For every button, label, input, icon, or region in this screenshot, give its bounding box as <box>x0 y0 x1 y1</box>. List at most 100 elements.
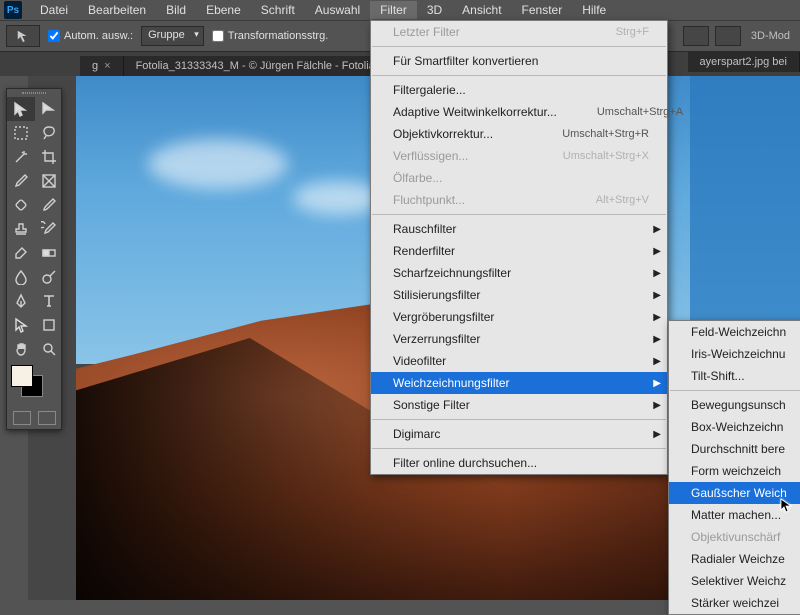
close-icon[interactable]: × <box>104 60 110 72</box>
menu-wide-angle[interactable]: Adaptive Weitwinkelkorrektur...Umschalt+… <box>371 101 667 123</box>
menu-liquify[interactable]: Verflüssigen...Umschalt+Strg+X <box>371 145 667 167</box>
auto-select-mode-dropdown[interactable]: Gruppe <box>141 26 204 46</box>
menu-fenster[interactable]: Fenster <box>512 1 573 19</box>
document-tab-1[interactable]: g× <box>80 56 124 76</box>
submenu-arrow-icon: ▶ <box>653 429 661 440</box>
eyedropper-tool[interactable] <box>7 169 35 193</box>
submenu-box-blur[interactable]: Box-Weichzeichn <box>669 416 800 438</box>
submenu-smart-blur[interactable]: Matter machen... <box>669 504 800 526</box>
menu-vanishing-point[interactable]: Fluchtpunkt...Alt+Strg+V <box>371 189 667 211</box>
artboard-tool[interactable] <box>35 97 63 121</box>
move-tool[interactable] <box>7 97 35 121</box>
auto-select-label: Autom. ausw.: <box>64 30 133 42</box>
doc-arrange-button[interactable] <box>683 26 709 46</box>
zoom-tool[interactable] <box>35 337 63 361</box>
filter-menu: Letzter FilterStrg+F Für Smartfilter kon… <box>370 20 668 475</box>
menu-video[interactable]: Videofilter▶ <box>371 350 667 372</box>
menu-oil-paint[interactable]: Ölfarbe... <box>371 167 667 189</box>
submenu-radial-blur[interactable]: Radialer Weichze <box>669 548 800 570</box>
foreground-color[interactable] <box>11 365 33 387</box>
history-brush-tool[interactable] <box>35 217 63 241</box>
menu-ansicht[interactable]: Ansicht <box>452 1 511 19</box>
submenu-arrow-icon: ▶ <box>653 312 661 323</box>
color-swatches[interactable] <box>11 365 57 403</box>
submenu-iris-blur[interactable]: Iris-Weichzeichnu <box>669 343 800 365</box>
pen-tool[interactable] <box>7 289 35 313</box>
menu-datei[interactable]: Datei <box>30 1 78 19</box>
submenu-arrow-icon: ▶ <box>653 224 661 235</box>
submenu-arrow-icon: ▶ <box>653 400 661 411</box>
menu-filter[interactable]: Filter <box>370 1 417 19</box>
frame-tool[interactable] <box>35 169 63 193</box>
submenu-shape-blur[interactable]: Form weichzeich <box>669 460 800 482</box>
menu-lens-correction[interactable]: Objektivkorrektur...Umschalt+Strg+R <box>371 123 667 145</box>
marquee-tool[interactable] <box>7 121 35 145</box>
lasso-tool[interactable] <box>35 121 63 145</box>
menu-pixelate[interactable]: Vergröberungsfilter▶ <box>371 306 667 328</box>
menu-3d[interactable]: 3D <box>417 1 452 19</box>
tools-panel <box>6 88 62 430</box>
menu-bild[interactable]: Bild <box>156 1 196 19</box>
menu-filter-gallery[interactable]: Filtergalerie... <box>371 79 667 101</box>
shape-tool[interactable] <box>35 313 63 337</box>
menu-hilfe[interactable]: Hilfe <box>572 1 616 19</box>
submenu-arrow-icon: ▶ <box>653 246 661 257</box>
blur-submenu: Feld-Weichzeichn Iris-Weichzeichnu Tilt-… <box>668 320 800 615</box>
document-tab-2[interactable]: Fotolia_31333343_M - © Jürgen Fälchle - … <box>124 56 384 76</box>
menu-browse-online[interactable]: Filter online durchsuchen... <box>371 452 667 474</box>
submenu-tilt-shift[interactable]: Tilt-Shift... <box>669 365 800 387</box>
submenu-arrow-icon: ▶ <box>653 290 661 301</box>
dodge-tool[interactable] <box>35 265 63 289</box>
submenu-selective-blur[interactable]: Selektiver Weichz <box>669 570 800 592</box>
document-tab-3[interactable]: ayerspart2.jpg bei <box>688 52 800 72</box>
menu-smart-filter[interactable]: Für Smartfilter konvertieren <box>371 50 667 72</box>
transform-controls-input[interactable] <box>212 30 224 42</box>
menu-bearbeiten[interactable]: Bearbeiten <box>78 1 156 19</box>
transform-controls-checkbox[interactable]: Transformationsstrg. <box>212 30 328 42</box>
transform-controls-label: Transformationsstrg. <box>228 30 328 42</box>
hand-tool[interactable] <box>7 337 35 361</box>
menu-blur[interactable]: Weichzeichnungsfilter▶ <box>371 372 667 394</box>
stamp-tool[interactable] <box>7 217 35 241</box>
quick-mask-toggle[interactable] <box>13 411 31 425</box>
auto-select-checkbox[interactable]: Autom. ausw.: <box>48 30 133 42</box>
menu-bar: Ps Datei Bearbeiten Bild Ebene Schrift A… <box>0 0 800 20</box>
tool-preset-picker[interactable] <box>6 25 40 47</box>
menu-schrift[interactable]: Schrift <box>251 1 305 19</box>
app-logo: Ps <box>4 1 22 19</box>
menu-last-filter[interactable]: Letzter FilterStrg+F <box>371 21 667 43</box>
menu-auswahl[interactable]: Auswahl <box>305 1 370 19</box>
submenu-field-blur[interactable]: Feld-Weichzeichn <box>669 321 800 343</box>
menu-render[interactable]: Renderfilter▶ <box>371 240 667 262</box>
submenu-arrow-icon: ▶ <box>653 356 661 367</box>
submenu-average[interactable]: Durchschnitt bere <box>669 438 800 460</box>
type-tool[interactable] <box>35 289 63 313</box>
submenu-arrow-icon: ▶ <box>653 378 661 389</box>
screen-mode-toggle[interactable] <box>38 411 56 425</box>
menu-noise[interactable]: Rauschfilter▶ <box>371 218 667 240</box>
submenu-lens-blur[interactable]: Objektivunschärf <box>669 526 800 548</box>
auto-select-input[interactable] <box>48 30 60 42</box>
heal-tool[interactable] <box>7 193 35 217</box>
submenu-gaussian-blur[interactable]: Gaußscher Weich <box>669 482 800 504</box>
menu-ebene[interactable]: Ebene <box>196 1 251 19</box>
workspace-mode-label[interactable]: 3D-Mod <box>747 30 794 42</box>
submenu-arrow-icon: ▶ <box>653 268 661 279</box>
panel-grip[interactable] <box>7 89 61 97</box>
menu-stylize[interactable]: Stilisierungsfilter▶ <box>371 284 667 306</box>
eraser-tool[interactable] <box>7 241 35 265</box>
blur-tool[interactable] <box>7 265 35 289</box>
submenu-arrow-icon: ▶ <box>653 334 661 345</box>
crop-tool[interactable] <box>35 145 63 169</box>
menu-sharpen[interactable]: Scharfzeichnungsfilter▶ <box>371 262 667 284</box>
menu-distort[interactable]: Verzerrungsfilter▶ <box>371 328 667 350</box>
screen-mode-button[interactable] <box>715 26 741 46</box>
menu-digimarc[interactable]: Digimarc▶ <box>371 423 667 445</box>
brush-tool[interactable] <box>35 193 63 217</box>
menu-other[interactable]: Sonstige Filter▶ <box>371 394 667 416</box>
submenu-motion-blur[interactable]: Bewegungsunsch <box>669 394 800 416</box>
submenu-surface-blur[interactable]: Stärker weichzei <box>669 592 800 614</box>
path-select-tool[interactable] <box>7 313 35 337</box>
wand-tool[interactable] <box>7 145 35 169</box>
gradient-tool[interactable] <box>35 241 63 265</box>
